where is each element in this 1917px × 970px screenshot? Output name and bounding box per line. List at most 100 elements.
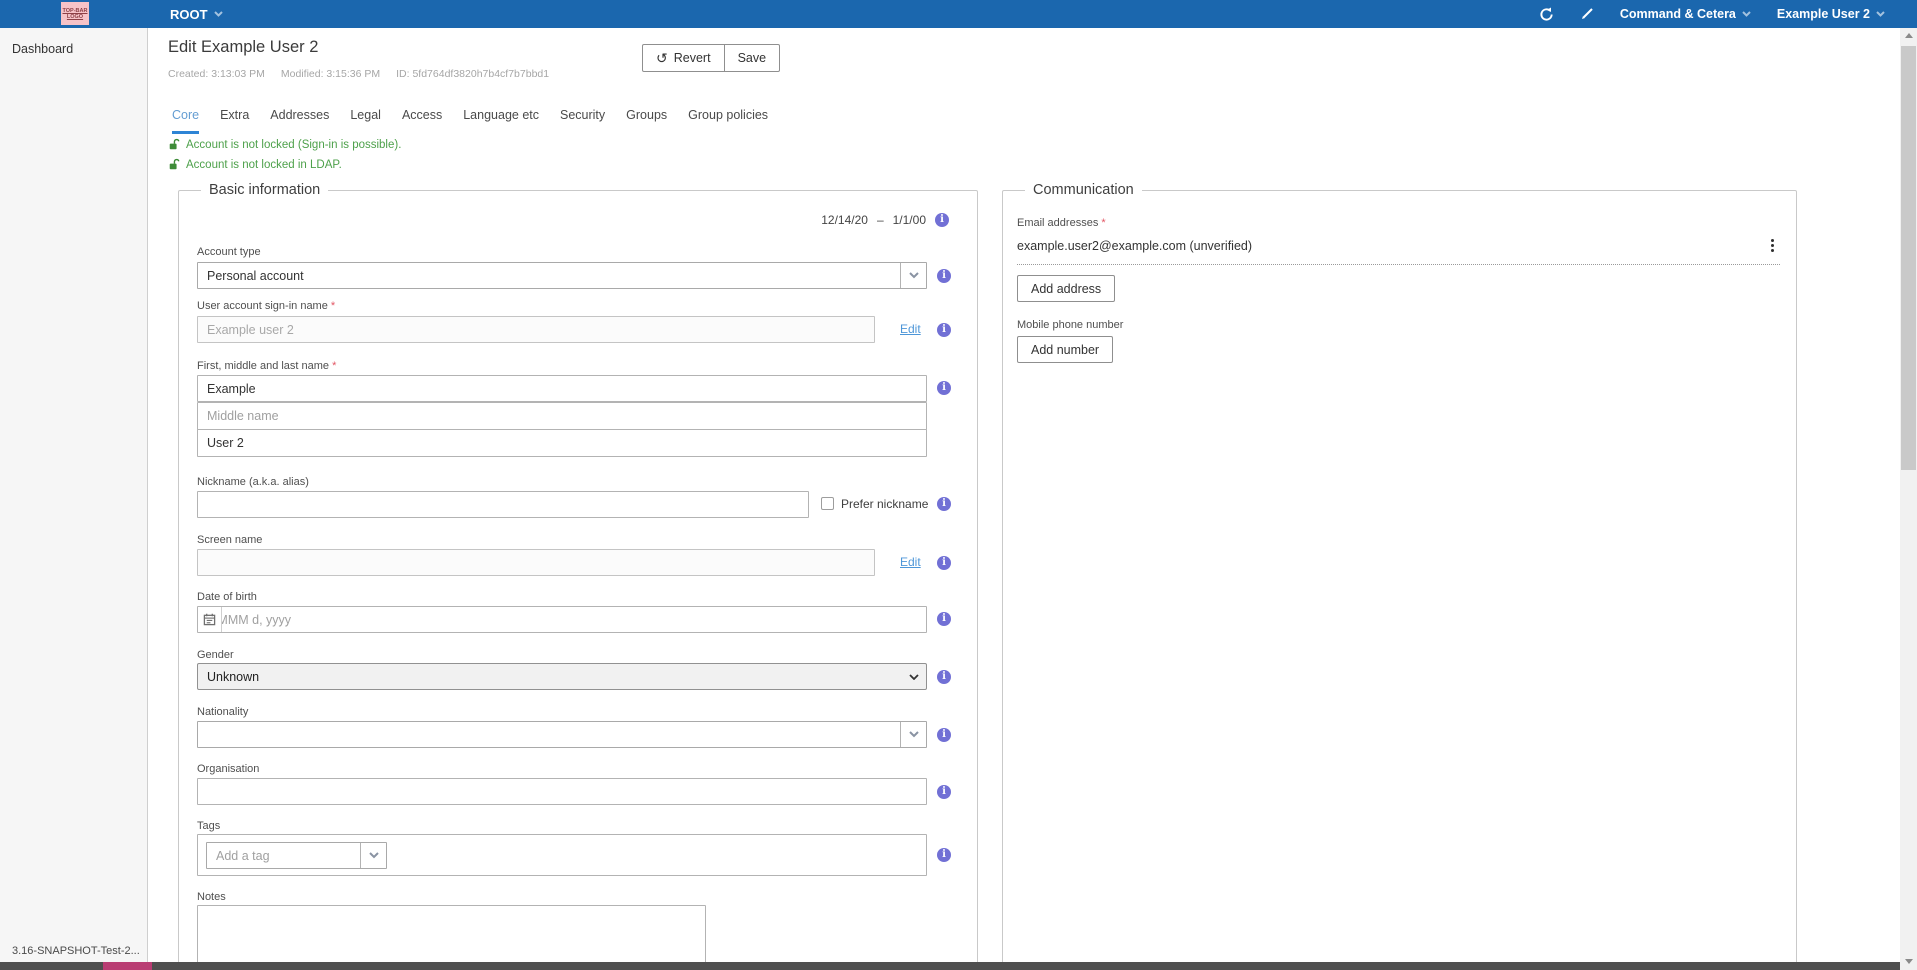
tags-label: Tags — [197, 820, 220, 832]
prefer-nickname-checkbox[interactable] — [821, 497, 834, 510]
tab-access[interactable]: Access — [402, 106, 442, 134]
gender-select[interactable]: Unknown — [197, 663, 927, 690]
signin-name-label: User account sign-in name* — [197, 300, 335, 312]
add-tag-select[interactable]: Add a tag — [206, 842, 387, 869]
email-address-value: example.user2@example.com (unverified) — [1017, 239, 1252, 253]
gender-value: Unknown — [198, 670, 902, 684]
last-name-input[interactable] — [197, 429, 927, 457]
chevron-down-icon — [360, 843, 386, 868]
basic-information-section: Basic information 12/14/20 – 1/1/00 Acco… — [178, 190, 978, 962]
email-address-row: example.user2@example.com (unverified) — [1017, 237, 1780, 265]
prefer-nickname-label: Prefer nickname — [841, 497, 928, 511]
info-icon[interactable] — [937, 556, 951, 570]
info-icon[interactable] — [937, 323, 951, 337]
ldap-lock-status-text: Account is not locked in LDAP. — [186, 159, 342, 171]
ldap-lock-status: Account is not locked in LDAP. — [168, 158, 342, 171]
info-icon[interactable] — [937, 269, 951, 283]
add-address-button[interactable]: Add address — [1017, 275, 1115, 302]
horizontal-scrollbar[interactable] — [0, 962, 1900, 970]
notes-label: Notes — [197, 891, 226, 903]
organisation-label: Organisation — [197, 763, 259, 775]
calendar-icon[interactable] — [198, 607, 222, 632]
chevron-down-icon — [1742, 11, 1751, 17]
pencil-icon[interactable] — [1580, 7, 1594, 21]
tab-groups[interactable]: Groups — [626, 106, 667, 134]
communication-section: Communication Email addresses* example.u… — [1002, 190, 1797, 962]
nationality-select[interactable] — [197, 721, 927, 748]
unlock-icon — [168, 158, 180, 171]
tab-extra[interactable]: Extra — [220, 106, 249, 134]
version-label: 3.16-SNAPSHOT-Test-2... — [12, 945, 140, 957]
info-icon[interactable] — [937, 728, 951, 742]
first-name-input[interactable] — [197, 375, 927, 402]
required-marker: * — [332, 360, 336, 372]
account-type-label: Account type — [197, 246, 261, 258]
middle-name-input[interactable] — [197, 402, 927, 430]
dob-label: Date of birth — [197, 591, 257, 603]
refresh-icon[interactable] — [1539, 7, 1554, 22]
sidebar-item-label: Dashboard — [12, 42, 73, 56]
triangle-down-icon — [1905, 959, 1913, 964]
info-icon[interactable] — [937, 381, 951, 395]
required-marker: * — [1101, 217, 1105, 229]
validity-to: 1/1/00 — [893, 213, 926, 227]
top-bar-right-cluster: Command & Cetera Example User 2 — [1539, 0, 1885, 28]
mobile-phone-label: Mobile phone number — [1017, 319, 1123, 331]
logo-text-line2: LOGO — [67, 14, 83, 20]
chevron-down-icon — [900, 722, 926, 747]
notes-textarea[interactable] — [197, 905, 706, 962]
tab-legal[interactable]: Legal — [350, 106, 381, 134]
info-icon[interactable] — [937, 612, 951, 626]
vertical-scrollbar[interactable] — [1900, 28, 1917, 970]
root-menu[interactable]: ROOT — [170, 0, 223, 28]
vertical-scrollbar-thumb[interactable] — [1901, 46, 1916, 470]
add-number-button[interactable]: Add number — [1017, 336, 1113, 363]
add-tag-placeholder: Add a tag — [207, 849, 360, 863]
dob-input[interactable] — [197, 606, 927, 633]
tab-bar: Core Extra Addresses Legal Access Langua… — [172, 106, 768, 134]
tab-language-etc[interactable]: Language etc — [463, 106, 539, 134]
gender-label: Gender — [197, 649, 234, 661]
info-icon[interactable] — [935, 213, 949, 227]
chevron-down-icon — [900, 263, 926, 288]
account-type-select[interactable]: Personal account — [197, 262, 927, 289]
info-icon[interactable] — [937, 670, 951, 684]
nickname-input[interactable] — [197, 491, 809, 518]
account-lock-status: Account is not locked (Sign-in is possib… — [168, 138, 401, 151]
account-lock-status-text: Account is not locked (Sign-in is possib… — [186, 139, 401, 151]
chevron-down-icon — [214, 11, 223, 17]
scroll-up-arrow[interactable] — [1900, 28, 1917, 43]
header-actions: ↺ Revert Save — [642, 44, 780, 72]
kebab-menu-icon[interactable] — [1765, 237, 1780, 254]
signin-edit-link[interactable]: Edit — [900, 322, 921, 336]
required-marker: * — [331, 300, 335, 312]
command-menu[interactable]: Command & Cetera — [1620, 7, 1751, 21]
tab-security[interactable]: Security — [560, 106, 605, 134]
basic-information-legend: Basic information — [201, 182, 328, 198]
info-icon[interactable] — [937, 848, 951, 862]
revert-button[interactable]: ↺ Revert — [642, 44, 725, 72]
sidebar-item-dashboard[interactable]: Dashboard — [0, 38, 147, 60]
screen-name-input[interactable] — [197, 549, 875, 576]
screen-name-edit-link[interactable]: Edit — [900, 555, 921, 569]
organisation-input[interactable] — [197, 778, 927, 805]
info-icon[interactable] — [937, 785, 951, 799]
modified-timestamp: Modified: 3:15:36 PM — [281, 68, 380, 80]
scroll-down-arrow[interactable] — [1900, 954, 1917, 969]
save-button[interactable]: Save — [724, 44, 781, 72]
validity-from: 12/14/20 — [821, 213, 868, 227]
save-button-label: Save — [738, 51, 767, 65]
communication-legend: Communication — [1025, 182, 1142, 198]
info-icon[interactable] — [937, 497, 951, 511]
tags-field: Add a tag — [197, 834, 927, 876]
user-menu[interactable]: Example User 2 — [1777, 7, 1885, 21]
tab-group-policies[interactable]: Group policies — [688, 106, 768, 134]
full-name-label: First, middle and last name* — [197, 360, 336, 372]
tab-core[interactable]: Core — [172, 106, 199, 134]
top-bar: TOP-BAR LOGO ROOT Command & Cetera Examp… — [0, 0, 1917, 28]
account-type-value: Personal account — [198, 269, 900, 283]
tab-addresses[interactable]: Addresses — [270, 106, 329, 134]
unlock-icon — [168, 138, 180, 151]
signin-name-input[interactable] — [197, 316, 875, 343]
horizontal-scrollbar-accent — [103, 962, 152, 970]
